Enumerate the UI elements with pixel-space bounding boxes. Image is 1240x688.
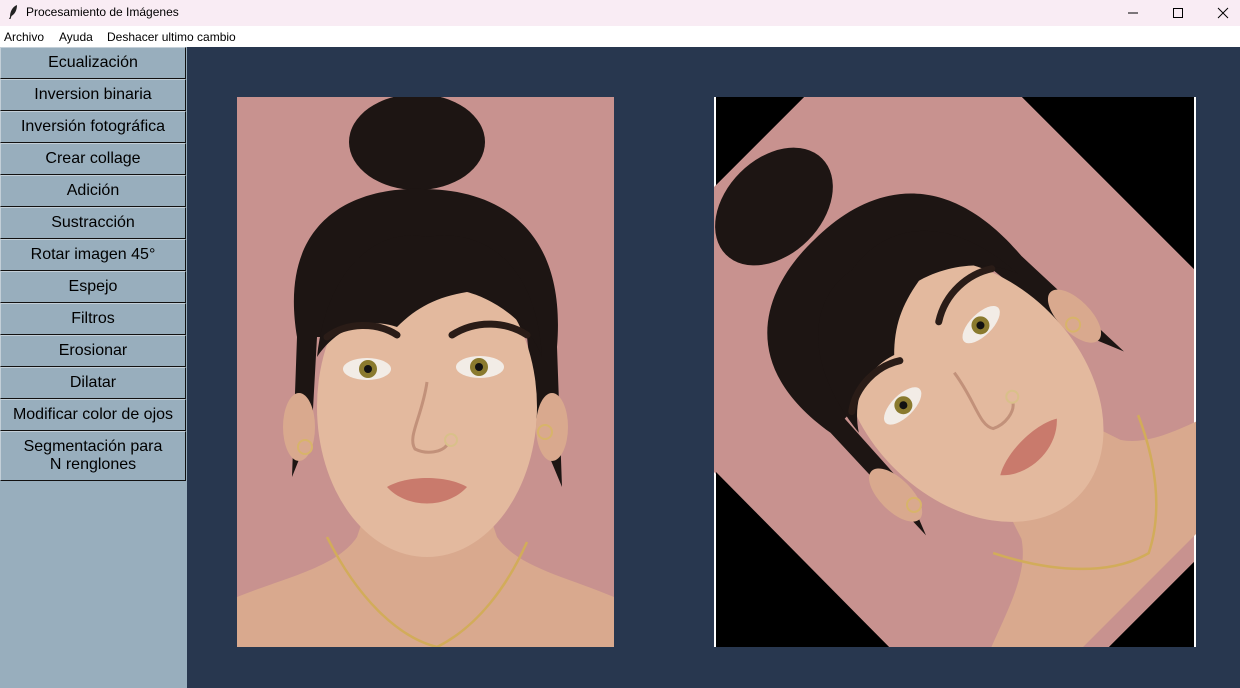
menu-archivo[interactable]: Archivo <box>4 30 44 44</box>
portrait-photo <box>237 97 614 647</box>
espejo-button[interactable]: Espejo <box>0 271 186 303</box>
ecualizacion-button[interactable]: Ecualización <box>0 47 186 79</box>
dilatar-button[interactable]: Dilatar <box>0 367 186 399</box>
menu-deshacer[interactable]: Deshacer ultimo cambio <box>107 30 236 44</box>
modificar-color-ojos-button[interactable]: Modificar color de ojos <box>0 399 186 431</box>
rotar-imagen-button[interactable]: Rotar imagen 45° <box>0 239 186 271</box>
adicion-button[interactable]: Adición <box>0 175 186 207</box>
rotated-45-portrait-photo <box>714 97 1196 647</box>
sidebar: Ecualización Inversion binaria Inversión… <box>0 47 187 688</box>
erosionar-button[interactable]: Erosionar <box>0 335 186 367</box>
feather-icon <box>9 5 17 19</box>
minimize-button[interactable] <box>1110 0 1156 26</box>
processed-image <box>714 97 1196 647</box>
minimize-icon <box>1128 12 1138 14</box>
filtros-button[interactable]: Filtros <box>0 303 186 335</box>
menu-bar: Archivo Ayuda Deshacer ultimo cambio <box>0 26 1240 47</box>
inversion-binaria-button[interactable]: Inversion binaria <box>0 79 186 111</box>
sustraccion-button[interactable]: Sustracción <box>0 207 186 239</box>
maximize-icon <box>1173 8 1183 18</box>
inversion-fotografica-button[interactable]: Inversión fotográfica <box>0 111 186 143</box>
close-button[interactable] <box>1200 0 1240 26</box>
crear-collage-button[interactable]: Crear collage <box>0 143 186 175</box>
segmentacion-renglones-button[interactable]: Segmentación para N renglones <box>0 431 186 481</box>
title-bar: Procesamiento de Imágenes <box>0 0 1240 26</box>
original-image <box>237 97 614 647</box>
image-canvas <box>187 47 1240 688</box>
window-title: Procesamiento de Imágenes <box>26 5 179 19</box>
close-icon <box>1217 7 1229 19</box>
maximize-button[interactable] <box>1155 0 1201 26</box>
menu-ayuda[interactable]: Ayuda <box>59 30 93 44</box>
